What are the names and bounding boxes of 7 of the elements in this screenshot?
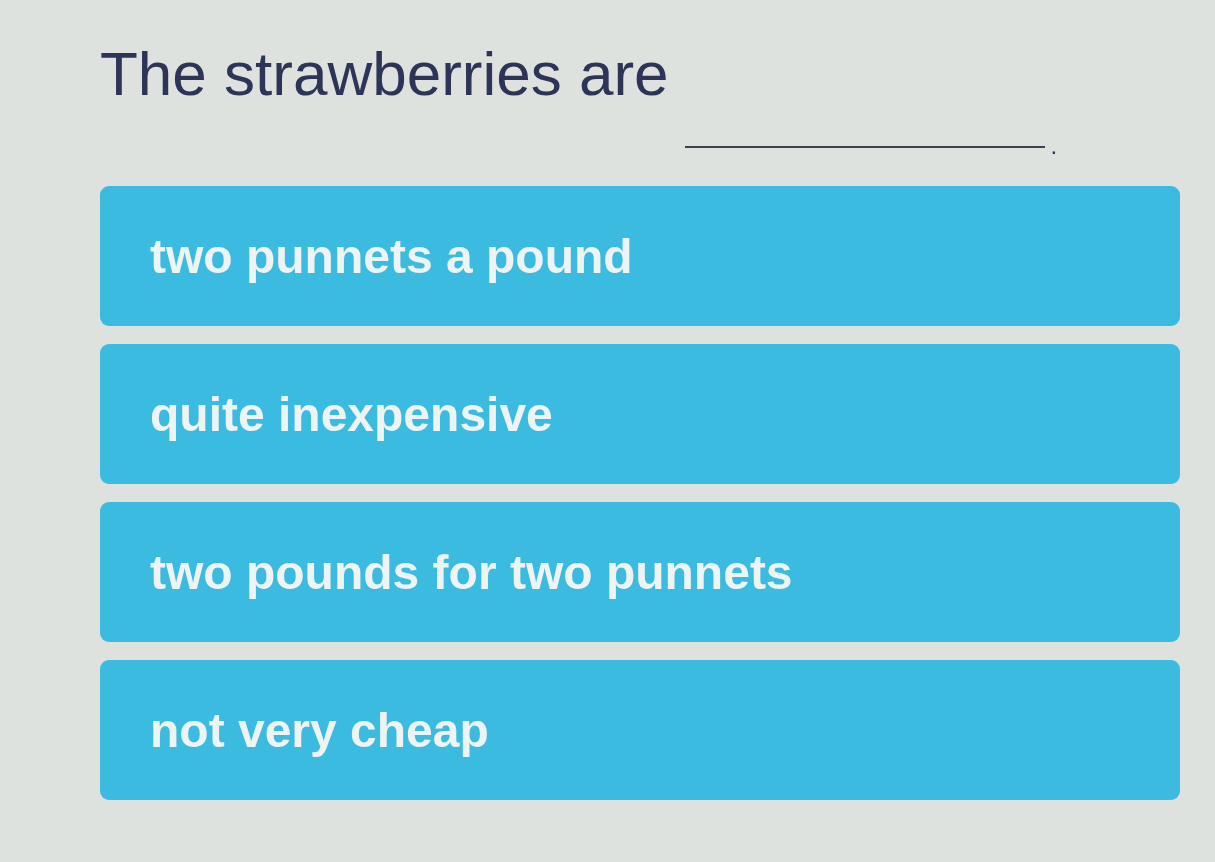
fill-in-line[interactable]: [684, 146, 1045, 148]
answer-option[interactable]: not very cheap: [100, 660, 1180, 800]
answer-option[interactable]: two punnets a pound: [100, 186, 1180, 326]
answer-option[interactable]: two pounds for two punnets: [100, 502, 1180, 642]
question-text: The strawberries are: [100, 38, 669, 110]
answer-option[interactable]: quite inexpensive: [100, 344, 1180, 484]
period-text: .: [1050, 132, 1058, 160]
